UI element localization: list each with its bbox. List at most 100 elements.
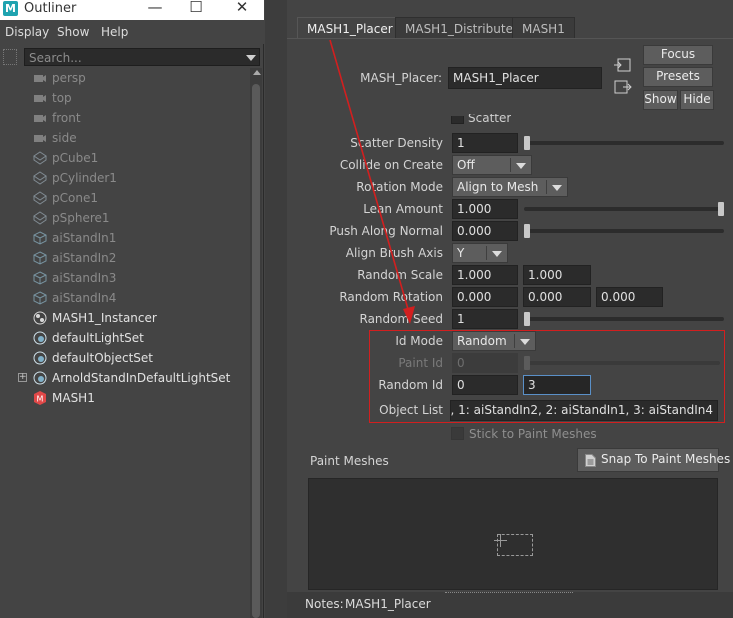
load-input-icon[interactable] <box>614 57 632 73</box>
outliner-item-label: pCone1 <box>52 191 98 205</box>
random-seed-field[interactable]: 1 <box>452 309 518 329</box>
outliner-item[interactable]: aiStandIn1 <box>0 228 250 248</box>
outliner-item[interactable]: aiStandIn3 <box>0 268 250 288</box>
document-icon <box>585 454 596 467</box>
random-rotation-z-field[interactable]: 0.000 <box>596 287 663 307</box>
chevron-down-icon <box>516 163 526 169</box>
outliner-item[interactable]: front <box>0 108 250 128</box>
search-dropdown-arrow-icon[interactable] <box>246 55 256 61</box>
scatter-checkbox[interactable] <box>451 116 464 124</box>
scatter-density-slider-handle[interactable] <box>524 136 530 150</box>
outliner-item-label: defaultObjectSet <box>52 351 154 365</box>
outliner-item[interactable]: side <box>0 128 250 148</box>
add-mesh-placeholder-icon[interactable] <box>497 534 533 556</box>
scatter-density-slider[interactable] <box>524 141 724 145</box>
scatter-density-field[interactable]: 1 <box>452 133 518 153</box>
rotation-mode-dropdown[interactable]: Align to Mesh <box>452 177 568 197</box>
set-icon <box>33 351 47 365</box>
outliner-item-label: top <box>52 91 72 105</box>
tab-mash1[interactable]: MASH1 <box>512 17 575 39</box>
scroll-up-arrow-icon[interactable] <box>253 70 261 75</box>
random-id-min-field[interactable]: 0 <box>452 375 518 395</box>
push-along-normal-slider-handle[interactable] <box>524 224 530 238</box>
outliner-item[interactable]: pCube1 <box>0 148 250 168</box>
random-rotation-x-field[interactable]: 0.000 <box>452 287 518 307</box>
standin-icon <box>33 291 47 305</box>
menu-display[interactable]: Display <box>5 25 49 39</box>
instancer-icon <box>33 311 47 325</box>
lean-amount-field[interactable]: 1.000 <box>452 199 518 219</box>
push-along-normal-slider[interactable] <box>524 229 724 233</box>
paint-id-field: 0 <box>452 353 518 373</box>
outliner-item[interactable]: defaultObjectSet <box>0 348 250 368</box>
chevron-down-icon <box>520 339 530 345</box>
scatter-density-label: Scatter Density <box>350 136 443 150</box>
random-seed-slider[interactable] <box>524 317 724 321</box>
random-id-max-field[interactable]: 3 <box>523 375 591 395</box>
outliner-item-label: aiStandIn2 <box>52 251 117 265</box>
outliner-item-label: aiStandIn1 <box>52 231 117 245</box>
standin-icon <box>33 251 47 265</box>
outliner-menu-bar: Display Show Help <box>0 20 264 44</box>
snap-to-paint-meshes-button[interactable]: Snap To Paint Meshes <box>577 448 730 472</box>
node-name-field[interactable]: MASH1_Placer <box>448 67 602 89</box>
object-list-field[interactable]: StandIn3, 1: aiStandIn2, 2: aiStandIn1, … <box>450 400 718 421</box>
focus-button[interactable]: Focus <box>643 45 713 65</box>
outliner-scroll-thumb[interactable] <box>252 84 260 618</box>
outliner-item[interactable]: + ArnoldStandInDefaultLightSet <box>0 368 250 388</box>
id-mode-dropdown[interactable]: Random <box>452 331 536 351</box>
mesh-icon <box>33 211 47 225</box>
notes-bar[interactable]: Notes: MASH1_Placer <box>287 592 733 618</box>
outliner-panel: M Outliner — ☐ ✕ Display Show Help Searc… <box>0 0 264 618</box>
show-button[interactable]: Show <box>643 90 678 110</box>
camera-icon <box>33 111 47 125</box>
object-list-label: Object List <box>379 403 443 417</box>
lean-amount-slider-handle[interactable] <box>718 202 724 216</box>
collide-on-create-dropdown[interactable]: Off <box>452 155 532 175</box>
align-brush-axis-label: Align Brush Axis <box>345 246 443 260</box>
stick-to-paint-meshes-checkbox[interactable] <box>451 427 464 440</box>
drag-grip-icon[interactable] <box>3 49 17 65</box>
random-seed-slider-handle[interactable] <box>524 312 530 326</box>
expand-icon[interactable]: + <box>18 373 27 382</box>
close-button[interactable]: ✕ <box>227 0 257 18</box>
maximize-button[interactable]: ☐ <box>181 0 211 18</box>
random-seed-label: Random Seed <box>359 312 444 326</box>
chevron-down-icon <box>552 185 562 191</box>
tab-mash1-placer[interactable]: MASH1_Placer <box>297 17 403 39</box>
outliner-title-bar: M Outliner — ☐ ✕ <box>0 0 264 20</box>
outliner-item[interactable]: aiStandIn4 <box>0 288 250 308</box>
outliner-tree: persp top front side pCube1 pCylinder1 pCone1 p… <box>0 68 250 618</box>
outliner-item[interactable]: top <box>0 88 250 108</box>
outliner-item[interactable]: defaultLightSet <box>0 328 250 348</box>
lean-amount-slider[interactable] <box>524 207 724 211</box>
window-title: Outliner <box>24 1 77 16</box>
menu-help[interactable]: Help <box>101 25 128 39</box>
random-scale-y-field[interactable]: 1.000 <box>523 265 591 285</box>
chevron-down-icon <box>492 251 502 257</box>
tab-mash1-distribute[interactable]: MASH1_Distribute <box>395 17 523 39</box>
outliner-item[interactable]: pSphere1 <box>0 208 250 228</box>
rotation-mode-label: Rotation Mode <box>356 180 443 194</box>
push-along-normal-label: Push Along Normal <box>329 224 443 238</box>
standin-icon <box>33 271 47 285</box>
outliner-item[interactable]: persp <box>0 68 250 88</box>
outliner-item[interactable]: aiStandIn2 <box>0 248 250 268</box>
outliner-item[interactable]: M MASH1 <box>0 388 250 408</box>
tab-divider <box>287 38 733 39</box>
search-input[interactable]: Search... <box>24 48 260 66</box>
random-scale-x-field[interactable]: 1.000 <box>452 265 518 285</box>
hide-button[interactable]: Hide <box>680 90 714 110</box>
align-brush-axis-dropdown[interactable]: Y <box>452 243 508 263</box>
outliner-item[interactable]: pCylinder1 <box>0 168 250 188</box>
outliner-item[interactable]: pCone1 <box>0 188 250 208</box>
panel-divider[interactable] <box>265 0 287 618</box>
menu-show[interactable]: Show <box>57 25 89 39</box>
minimize-button[interactable]: — <box>140 0 170 18</box>
outliner-item[interactable]: MASH1_Instancer <box>0 308 250 328</box>
load-output-icon[interactable] <box>614 79 632 95</box>
random-rotation-y-field[interactable]: 0.000 <box>523 287 591 307</box>
notes-resize-handle[interactable] <box>445 592 573 594</box>
presets-button[interactable]: Presets <box>643 67 713 87</box>
push-along-normal-field[interactable]: 0.000 <box>452 221 518 241</box>
